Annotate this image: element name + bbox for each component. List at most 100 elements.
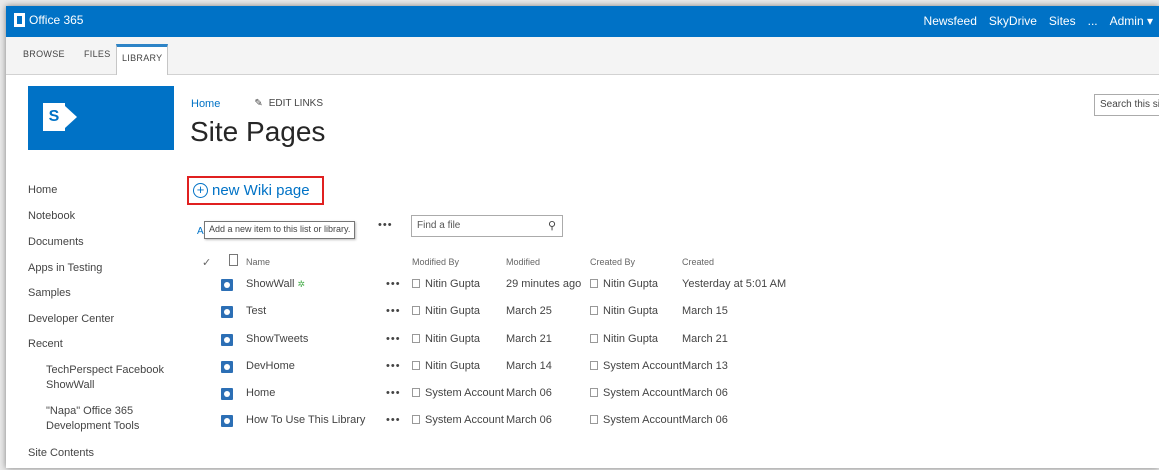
row-more-button[interactable]: •••: [386, 360, 401, 372]
tab-browse[interactable]: BROWSE: [23, 49, 65, 59]
row-created-by[interactable]: System Account: [590, 414, 682, 426]
site-search-input[interactable]: Search this site: [1094, 94, 1159, 116]
nav-newsfeed[interactable]: Newsfeed: [924, 14, 977, 28]
presence-icon: [412, 279, 420, 288]
tab-library[interactable]: LIBRARY: [116, 44, 169, 75]
row-created: March 13: [682, 360, 728, 372]
new-wiki-page-label: new Wiki page: [212, 182, 310, 199]
find-file-placeholder: Find a file: [417, 220, 461, 231]
plus-circle-icon: +: [193, 183, 208, 198]
row-more-button[interactable]: •••: [386, 305, 401, 317]
office365-brand[interactable]: Office 365: [14, 13, 83, 27]
sharepoint-logo-arrow: [65, 106, 77, 128]
nav-skydrive[interactable]: SkyDrive: [989, 14, 1037, 28]
row-created-by[interactable]: System Account: [590, 360, 682, 372]
row-more-button[interactable]: •••: [386, 278, 401, 290]
ql-recent[interactable]: Recent: [28, 338, 63, 350]
ribbon: BROWSE FILES LIBRARY: [6, 37, 1159, 75]
row-modified: March 06: [506, 387, 552, 399]
find-file-input[interactable]: Find a file ⚲: [411, 215, 563, 237]
nav-more[interactable]: ...: [1088, 14, 1098, 28]
row-created: March 21: [682, 333, 728, 345]
page-title: Site Pages: [190, 116, 326, 147]
row-name-link[interactable]: Home: [246, 387, 275, 399]
presence-icon: [412, 361, 420, 370]
wiki-page-icon: [221, 334, 233, 346]
wiki-page-icon: [221, 306, 233, 318]
row-modified: March 21: [506, 333, 552, 345]
presence-icon: [590, 415, 598, 424]
col-header-created-by[interactable]: Created By: [590, 257, 635, 267]
presence-icon: [412, 415, 420, 424]
col-header-modified-by[interactable]: Modified By: [412, 257, 459, 267]
edit-links-button[interactable]: ✎ EDIT LINKS: [254, 98, 323, 110]
row-name-link[interactable]: How To Use This Library: [246, 414, 365, 426]
new-item-tooltip: Add a new item to this list or library.: [204, 221, 356, 239]
row-name-link[interactable]: Test: [246, 305, 266, 317]
ql-developer-center[interactable]: Developer Center: [28, 313, 114, 325]
new-wiki-page-button[interactable]: + new Wiki page: [187, 176, 324, 205]
row-more-button[interactable]: •••: [386, 333, 401, 345]
row-created-by[interactable]: System Account: [590, 387, 682, 399]
ql-apps-in-testing[interactable]: Apps in Testing: [28, 262, 102, 274]
nav-admin[interactable]: Admin ▾: [1110, 14, 1153, 28]
wiki-page-icon: [221, 415, 233, 427]
presence-icon: [590, 361, 598, 370]
ql-recent-techperspect[interactable]: TechPerspect Facebook ShowWall: [46, 363, 176, 393]
breadcrumb: Home ✎ EDIT LINKS: [191, 98, 323, 110]
site-logo[interactable]: S: [28, 86, 174, 150]
ql-samples[interactable]: Samples: [28, 287, 71, 299]
ql-recent-napa[interactable]: "Napa" Office 365 Development Tools: [46, 404, 166, 434]
select-all-checkmark-icon[interactable]: ✓: [202, 256, 211, 269]
edit-links-label: EDIT LINKS: [268, 98, 324, 109]
row-modified-by[interactable]: System Account: [412, 414, 504, 426]
col-header-created[interactable]: Created: [682, 257, 714, 267]
row-name-link[interactable]: ShowWall ✲: [246, 278, 305, 290]
ql-site-contents[interactable]: Site Contents: [28, 447, 94, 459]
row-modified-by[interactable]: Nitin Gupta: [412, 360, 480, 372]
ql-documents[interactable]: Documents: [28, 236, 84, 248]
pencil-icon: ✎: [254, 98, 263, 109]
new-item-icon: ✲: [297, 279, 306, 289]
search-icon[interactable]: ⚲: [548, 219, 556, 232]
row-modified: March 25: [506, 305, 552, 317]
row-modified: 29 minutes ago: [506, 278, 582, 290]
col-header-name[interactable]: Name: [246, 257, 270, 267]
row-modified: March 06: [506, 414, 552, 426]
presence-icon: [412, 306, 420, 315]
row-created-by[interactable]: Nitin Gupta: [590, 278, 658, 290]
row-modified-by[interactable]: Nitin Gupta: [412, 278, 480, 290]
row-created: Yesterday at 5:01 AM: [682, 278, 787, 290]
row-created-by[interactable]: Nitin Gupta: [590, 333, 658, 345]
row-more-button[interactable]: •••: [386, 387, 401, 399]
office-logo-icon: [14, 13, 25, 27]
ql-notebook[interactable]: Notebook: [28, 210, 75, 222]
row-modified-by[interactable]: Nitin Gupta: [412, 305, 480, 317]
wiki-page-icon: [221, 388, 233, 400]
brand-label: Office 365: [29, 13, 84, 27]
presence-icon: [412, 388, 420, 397]
presence-icon: [590, 334, 598, 343]
row-modified: March 14: [506, 360, 552, 372]
row-modified-by[interactable]: System Account: [412, 387, 504, 399]
row-modified-by[interactable]: Nitin Gupta: [412, 333, 480, 345]
row-more-button[interactable]: •••: [386, 414, 401, 426]
presence-icon: [590, 279, 598, 288]
tab-files[interactable]: FILES: [79, 49, 116, 59]
browser-frame: Office 365 Newsfeed SkyDrive Sites ... A…: [6, 6, 1159, 468]
row-created-by[interactable]: Nitin Gupta: [590, 305, 658, 317]
row-name-link[interactable]: DevHome: [246, 360, 295, 372]
row-created: March 15: [682, 305, 728, 317]
breadcrumb-home[interactable]: Home: [191, 98, 220, 110]
ql-home[interactable]: Home: [28, 184, 57, 196]
presence-icon: [590, 306, 598, 315]
wiki-page-icon: [221, 361, 233, 373]
presence-icon: [412, 334, 420, 343]
nav-sites[interactable]: Sites: [1049, 14, 1076, 28]
view-more-button[interactable]: •••: [378, 219, 393, 231]
suite-nav: Newsfeed SkyDrive Sites ... Admin ▾: [912, 14, 1159, 28]
col-header-modified[interactable]: Modified: [506, 257, 540, 267]
row-created: March 06: [682, 414, 728, 426]
row-name-link[interactable]: ShowTweets: [246, 333, 308, 345]
presence-icon: [590, 388, 598, 397]
